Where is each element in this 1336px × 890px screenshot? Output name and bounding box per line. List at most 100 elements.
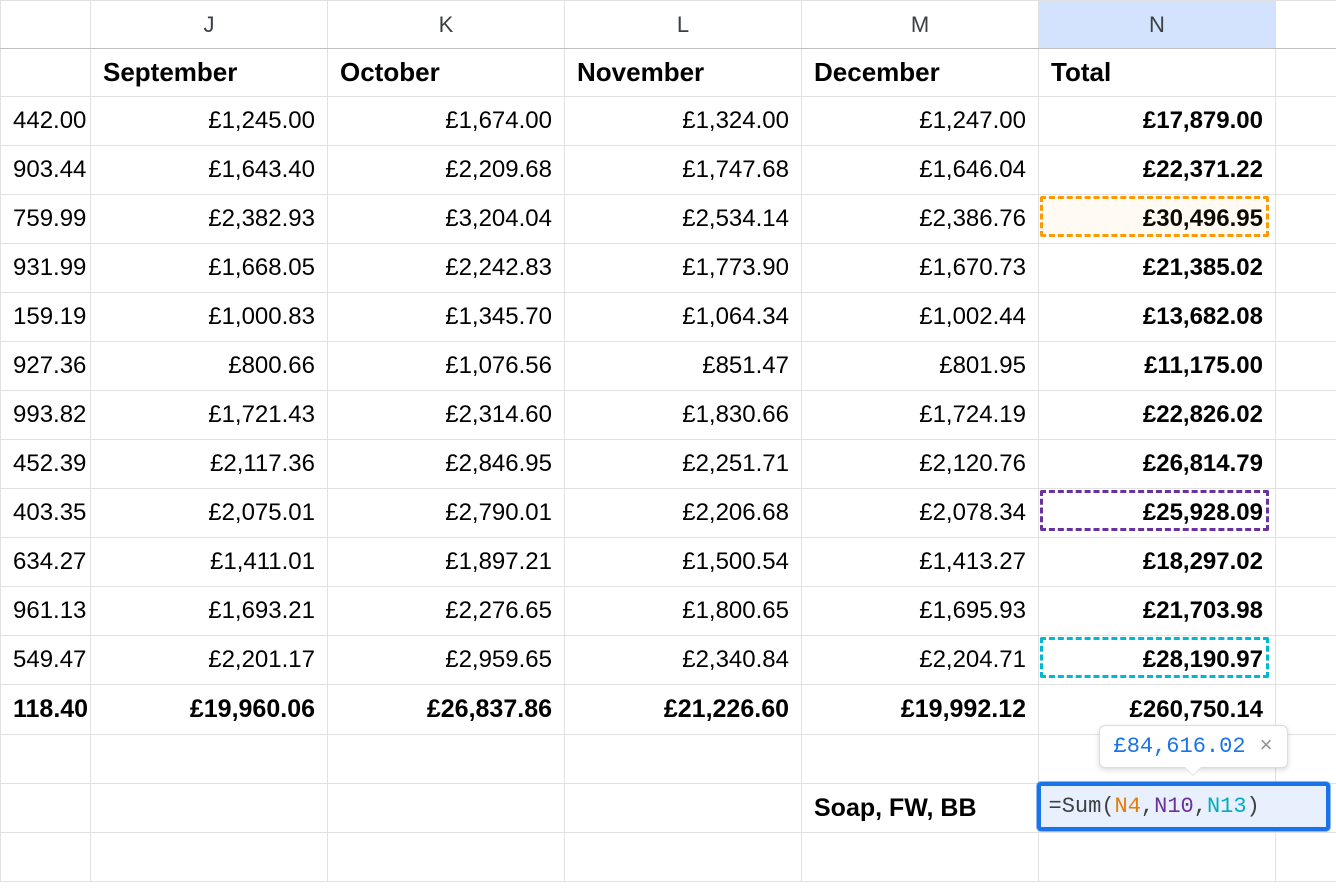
- table-row[interactable]: 759.99 £2,382.93 £3,204.04 £2,534.14 £2,…: [1, 195, 1336, 244]
- cell[interactable]: 759.99: [1, 195, 91, 244]
- cell[interactable]: £1,324.00: [565, 97, 802, 146]
- cell[interactable]: [802, 735, 1039, 784]
- table-row[interactable]: 961.13 £1,693.21 £2,276.65 £1,800.65 £1,…: [1, 587, 1336, 636]
- cell[interactable]: [91, 735, 328, 784]
- cell[interactable]: £21,226.60: [565, 685, 802, 735]
- cell[interactable]: £1,670.73: [802, 244, 1039, 293]
- cell[interactable]: £19,960.06: [91, 685, 328, 735]
- header-september[interactable]: September: [91, 49, 328, 97]
- cell[interactable]: £1,724.19: [802, 391, 1039, 440]
- cell[interactable]: £1,693.21: [91, 587, 328, 636]
- table-row[interactable]: 927.36 £800.66 £1,076.56 £851.47 £801.95…: [1, 342, 1336, 391]
- cell[interactable]: [1276, 146, 1336, 195]
- cell[interactable]: 993.82: [1, 391, 91, 440]
- table-row[interactable]: 634.27 £1,411.01 £1,897.21 £1,500.54 £1,…: [1, 538, 1336, 587]
- close-icon[interactable]: ×: [1260, 734, 1273, 759]
- header-december[interactable]: December: [802, 49, 1039, 97]
- cell[interactable]: £2,204.71: [802, 636, 1039, 685]
- cell[interactable]: £1,411.01: [91, 538, 328, 587]
- cell[interactable]: £1,002.44: [802, 293, 1039, 342]
- cell[interactable]: [1, 49, 91, 97]
- cell-total[interactable]: £21,385.02: [1039, 244, 1276, 293]
- cell[interactable]: [1, 833, 91, 882]
- cell[interactable]: [1276, 342, 1336, 391]
- column-header-N[interactable]: N: [1039, 1, 1276, 49]
- cell[interactable]: £2,075.01: [91, 489, 328, 538]
- column-header-K[interactable]: K: [328, 1, 565, 49]
- cell[interactable]: £1,830.66: [565, 391, 802, 440]
- cell[interactable]: [91, 833, 328, 882]
- cell[interactable]: [565, 833, 802, 882]
- cell[interactable]: [1276, 587, 1336, 636]
- column-header-blank[interactable]: [1276, 1, 1336, 49]
- cell[interactable]: 159.19: [1, 293, 91, 342]
- cell-total-ref-N13[interactable]: £28,190.97: [1039, 636, 1276, 685]
- table-row[interactable]: 442.00 £1,245.00 £1,674.00 £1,324.00 £1,…: [1, 97, 1336, 146]
- table-row[interactable]: 931.99 £1,668.05 £2,242.83 £1,773.90 £1,…: [1, 244, 1336, 293]
- cell[interactable]: [328, 784, 565, 833]
- cell[interactable]: £2,242.83: [328, 244, 565, 293]
- cell[interactable]: £1,747.68: [565, 146, 802, 195]
- table-row[interactable]: 452.39 £2,117.36 £2,846.95 £2,251.71 £2,…: [1, 440, 1336, 489]
- cell[interactable]: £2,314.60: [328, 391, 565, 440]
- cell[interactable]: [1039, 833, 1276, 882]
- cell[interactable]: [1276, 195, 1336, 244]
- header-october[interactable]: October: [328, 49, 565, 97]
- cell[interactable]: £1,245.00: [91, 97, 328, 146]
- table-row[interactable]: 549.47 £2,201.17 £2,959.65 £2,340.84 £2,…: [1, 636, 1336, 685]
- cell-total-ref-N4[interactable]: £30,496.95: [1039, 195, 1276, 244]
- column-header-row[interactable]: J K L M N: [1, 1, 1336, 49]
- cell[interactable]: £851.47: [565, 342, 802, 391]
- cell[interactable]: £2,382.93: [91, 195, 328, 244]
- cell[interactable]: [328, 833, 565, 882]
- formula-edit-box[interactable]: =Sum(N4,N10,N13): [1037, 782, 1330, 831]
- cell-total-ref-N10[interactable]: £25,928.09: [1039, 489, 1276, 538]
- cell[interactable]: £1,345.70: [328, 293, 565, 342]
- cell[interactable]: [565, 784, 802, 833]
- spreadsheet-viewport[interactable]: J K L M N September October November Dec…: [0, 0, 1336, 882]
- cell[interactable]: [565, 735, 802, 784]
- cell[interactable]: [1276, 244, 1336, 293]
- cell[interactable]: £1,721.43: [91, 391, 328, 440]
- cell[interactable]: £2,201.17: [91, 636, 328, 685]
- table-row[interactable]: [1, 833, 1336, 882]
- cell[interactable]: £2,117.36: [91, 440, 328, 489]
- cell[interactable]: £2,340.84: [565, 636, 802, 685]
- cell[interactable]: 927.36: [1, 342, 91, 391]
- cell[interactable]: £1,247.00: [802, 97, 1039, 146]
- header-november[interactable]: November: [565, 49, 802, 97]
- cell[interactable]: £1,064.34: [565, 293, 802, 342]
- table-row[interactable]: 993.82 £1,721.43 £2,314.60 £1,830.66 £1,…: [1, 391, 1336, 440]
- column-header-L[interactable]: L: [565, 1, 802, 49]
- cell[interactable]: £1,646.04: [802, 146, 1039, 195]
- cell[interactable]: £2,206.68: [565, 489, 802, 538]
- cell[interactable]: [1276, 489, 1336, 538]
- cell[interactable]: £2,251.71: [565, 440, 802, 489]
- cell[interactable]: £1,000.83: [91, 293, 328, 342]
- table-row[interactable]: 403.35 £2,075.01 £2,790.01 £2,206.68 £2,…: [1, 489, 1336, 538]
- cell[interactable]: £1,668.05: [91, 244, 328, 293]
- cell[interactable]: [1276, 636, 1336, 685]
- cell[interactable]: £1,500.54: [565, 538, 802, 587]
- cell[interactable]: [802, 833, 1039, 882]
- cell[interactable]: [1276, 97, 1336, 146]
- header-total[interactable]: Total: [1039, 49, 1276, 97]
- cell[interactable]: 452.39: [1, 440, 91, 489]
- cell[interactable]: [91, 784, 328, 833]
- cell[interactable]: [1276, 293, 1336, 342]
- cell[interactable]: [328, 735, 565, 784]
- cell[interactable]: [1, 735, 91, 784]
- table-row[interactable]: 903.44 £1,643.40 £2,209.68 £1,747.68 £1,…: [1, 146, 1336, 195]
- cell[interactable]: £19,992.12: [802, 685, 1039, 735]
- cell[interactable]: £1,773.90: [565, 244, 802, 293]
- cell-total[interactable]: £22,371.22: [1039, 146, 1276, 195]
- cell[interactable]: [1276, 440, 1336, 489]
- cell[interactable]: £2,386.76: [802, 195, 1039, 244]
- cell[interactable]: [1, 784, 91, 833]
- cell[interactable]: £801.95: [802, 342, 1039, 391]
- cell[interactable]: £2,790.01: [328, 489, 565, 538]
- cell[interactable]: 403.35: [1, 489, 91, 538]
- label-soap-fw-bb[interactable]: Soap, FW, BB: [802, 784, 1039, 833]
- cell[interactable]: £2,120.76: [802, 440, 1039, 489]
- cell[interactable]: £800.66: [91, 342, 328, 391]
